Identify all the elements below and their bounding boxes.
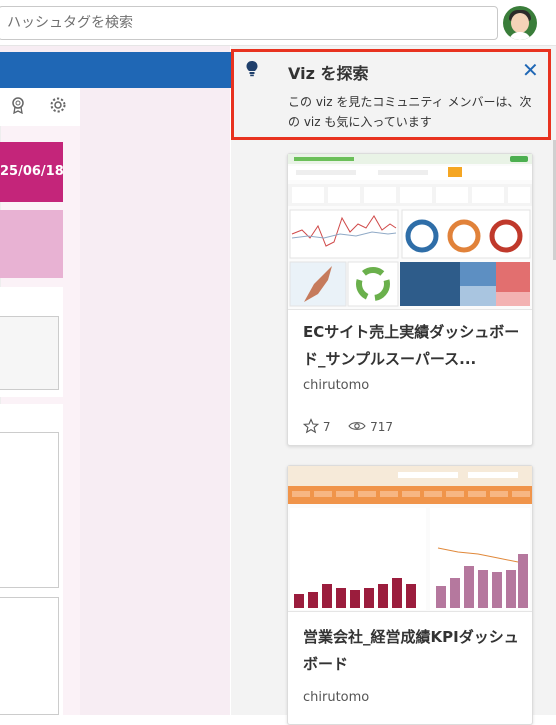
date-banner: 25/06/18 [0,142,63,202]
view-count: 717 [370,420,394,434]
explore-panel-title: Viz を探索 [288,64,369,83]
award-icon[interactable] [8,96,28,116]
viz-filter-box [0,316,59,390]
gear-icon[interactable] [48,96,68,116]
viz-card[interactable]: 営業会社_経営成績KPIダッシュボード chirutomo [287,465,533,725]
viz-card-stats: 7 717 [302,418,407,434]
viz-card-author[interactable]: chirutomo [303,690,369,705]
pink-panel [0,210,63,278]
viz-card[interactable]: ECサイト売上実績ダッシュボード_サンプルスーパース... chirutomo … [287,153,533,446]
avatar[interactable] [503,6,537,40]
explore-panel-description: この viz を見たコミュニティ メンバーは、次の viz も気に入っています [288,95,532,129]
viz-header-bar [0,52,240,88]
viz-card-title[interactable]: 営業会社_経営成績KPIダッシュボード [303,624,523,678]
eye-icon: 717 [348,420,393,434]
viz-card-author[interactable]: chirutomo [303,378,369,393]
close-icon[interactable]: ✕ [522,58,539,82]
viz-card-title[interactable]: ECサイト売上実績ダッシュボード_サンプルスーパース... [303,319,523,373]
lightbulb-icon [245,60,259,77]
star-icon[interactable]: 7 [302,418,334,434]
favorite-count: 7 [322,420,331,434]
hashtag-search-input[interactable]: ハッシュタグを検索 [0,6,498,40]
viz-thumbnail[interactable] [288,466,532,612]
top-bar: ハッシュタグを検索 [0,0,556,46]
viz-chart-box [0,597,59,715]
viz-thumbnail[interactable] [288,154,532,310]
viz-toolbar [0,88,80,126]
viz-chart-box [0,432,59,588]
